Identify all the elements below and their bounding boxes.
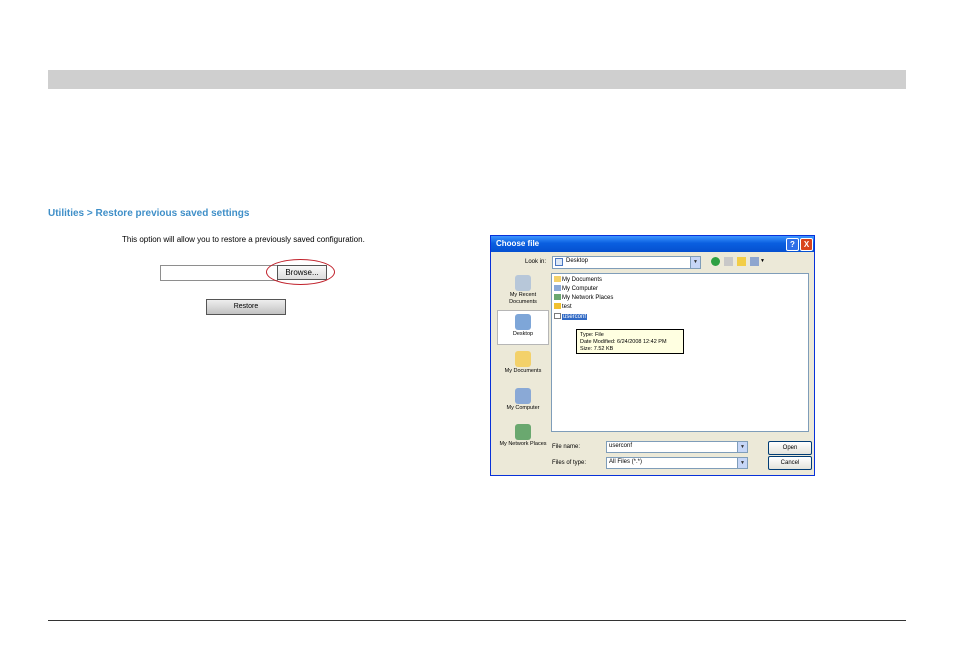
intro-text: This option will allow you to restore a … — [122, 235, 365, 244]
network-icon — [554, 294, 561, 300]
place-my-network-places[interactable]: My Network Places — [497, 424, 549, 448]
place-my-computer[interactable]: My Computer — [497, 388, 549, 412]
recent-documents-icon — [515, 275, 531, 291]
open-button[interactable]: Open — [768, 441, 812, 455]
restore-button[interactable]: Restore — [206, 299, 286, 315]
place-desktop[interactable]: Desktop — [497, 310, 549, 345]
list-item[interactable]: My Network Places — [554, 294, 613, 302]
list-item[interactable]: My Documents — [554, 276, 602, 284]
files-of-type-dropdown[interactable]: All Files (*.*) ▼ — [606, 457, 748, 469]
chevron-down-icon[interactable]: ▼ — [737, 458, 747, 468]
file-name-label: File name: — [552, 444, 581, 450]
desktop-icon — [555, 258, 563, 266]
computer-icon — [554, 285, 561, 291]
files-of-type-label: Files of type: — [552, 460, 587, 466]
my-computer-icon — [515, 388, 531, 404]
look-in-label: Look in: — [525, 259, 547, 265]
page-title: Utilities > Restore previous saved setti… — [48, 208, 250, 219]
new-folder-icon[interactable] — [737, 257, 746, 266]
file-name-field[interactable]: userconf ▼ — [606, 441, 748, 453]
my-documents-icon — [515, 351, 531, 367]
dialog-title: Choose file — [496, 239, 540, 248]
place-my-documents[interactable]: My Documents — [497, 351, 549, 375]
dialog-titlebar[interactable]: Choose file ? X — [491, 236, 814, 252]
up-folder-icon[interactable] — [724, 257, 733, 266]
view-menu-chevron-icon[interactable]: ▼ — [760, 258, 765, 264]
folder-icon — [554, 303, 561, 309]
place-recent-documents[interactable]: My Recent Documents — [497, 275, 549, 306]
browse-highlight-ring — [266, 259, 335, 285]
list-item[interactable]: My Computer — [554, 285, 598, 293]
file-tooltip: Type: File Date Modified: 6/24/2008 12:4… — [576, 329, 684, 354]
choose-file-dialog: Choose file ? X Look in: Desktop ▼ ▼ My … — [490, 235, 815, 476]
chevron-down-icon[interactable]: ▼ — [737, 442, 747, 452]
footer-divider — [48, 620, 906, 621]
network-places-icon — [515, 424, 531, 440]
places-bar: My Recent Documents Desktop My Documents… — [497, 271, 549, 471]
chevron-down-icon[interactable]: ▼ — [690, 257, 700, 268]
list-item[interactable]: test — [554, 303, 572, 311]
look-in-value: Desktop — [566, 258, 589, 264]
back-arrow-icon[interactable] — [711, 257, 720, 266]
file-icon — [554, 313, 561, 319]
help-button[interactable]: ? — [786, 238, 799, 251]
file-path-input[interactable] — [160, 265, 278, 281]
close-button[interactable]: X — [800, 238, 813, 251]
header-bar — [48, 70, 906, 89]
folder-icon — [554, 276, 561, 282]
look-in-dropdown[interactable]: Desktop ▼ — [552, 256, 701, 269]
cancel-button[interactable]: Cancel — [768, 456, 812, 470]
desktop-icon — [515, 314, 531, 330]
view-menu-icon[interactable] — [750, 257, 759, 266]
list-item-selected[interactable]: userconf — [554, 313, 588, 321]
